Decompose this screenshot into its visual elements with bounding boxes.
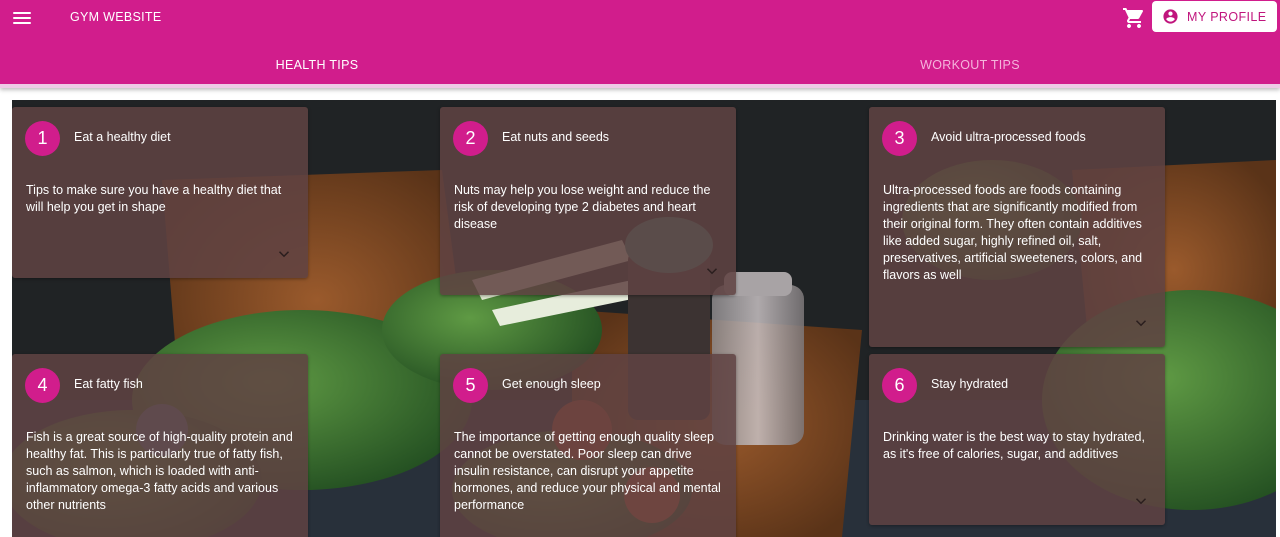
tip-number-badge: 6 <box>882 368 917 403</box>
chevron-down-icon[interactable] <box>1132 314 1150 332</box>
account-circle-icon <box>1163 9 1178 24</box>
tip-card-6: 6 Stay hydrated Drinking water is the be… <box>869 354 1165 525</box>
tip-number-badge: 5 <box>453 368 488 403</box>
cart-icon[interactable] <box>1122 6 1146 30</box>
chevron-down-icon[interactable] <box>703 262 721 280</box>
tip-number-badge: 2 <box>453 121 488 156</box>
my-profile-button[interactable]: MY PROFILE <box>1152 1 1277 32</box>
tip-description: Tips to make sure you have a healthy die… <box>26 183 282 214</box>
tip-title: Eat fatty fish <box>74 377 143 391</box>
tip-number-badge: 4 <box>25 368 60 403</box>
tip-card-3: 3 Avoid ultra-processed foods Ultra-proc… <box>869 107 1165 347</box>
tip-description: Drinking water is the best way to stay h… <box>883 430 1145 461</box>
tab-health-tips[interactable]: HEALTH TIPS <box>0 44 634 86</box>
health-tips-panel: 1 Eat a healthy diet Tips to make sure y… <box>12 100 1276 537</box>
tip-card-5: 5 Get enough sleep The importance of get… <box>440 354 736 537</box>
tip-title: Eat a healthy diet <box>74 130 171 144</box>
tip-number-badge: 3 <box>882 121 917 156</box>
tip-title: Eat nuts and seeds <box>502 130 610 144</box>
app-bar: GYM WEBSITE MY PROFILE HEALTH TIPS WORKO… <box>0 0 1280 88</box>
app-title: GYM WEBSITE <box>70 10 162 24</box>
menu-icon[interactable] <box>10 7 34 29</box>
tip-card-2: 2 Eat nuts and seeds Nuts may help you l… <box>440 107 736 295</box>
my-profile-label: MY PROFILE <box>1187 9 1267 24</box>
tab-indicator <box>0 84 1280 88</box>
chevron-down-icon[interactable] <box>275 245 293 263</box>
tip-number-badge: 1 <box>25 121 60 156</box>
tip-card-4: 4 Eat fatty fish Fish is a great source … <box>12 354 308 537</box>
tip-description: Ultra-processed foods are foods containi… <box>883 183 1143 282</box>
tab-bar: HEALTH TIPS WORKOUT TIPS <box>0 44 1280 86</box>
tip-title: Avoid ultra-processed foods <box>931 130 1086 144</box>
chevron-down-icon[interactable] <box>1132 492 1150 510</box>
tip-title: Stay hydrated <box>931 377 1009 391</box>
tip-title: Get enough sleep <box>502 377 601 391</box>
tip-description: Nuts may help you lose weight and reduce… <box>454 183 711 231</box>
tip-card-1: 1 Eat a healthy diet Tips to make sure y… <box>12 107 308 278</box>
tab-workout-tips[interactable]: WORKOUT TIPS <box>658 44 1280 86</box>
tip-description: Fish is a great source of high-quality p… <box>26 430 293 512</box>
tip-description: The importance of getting enough quality… <box>454 430 721 512</box>
